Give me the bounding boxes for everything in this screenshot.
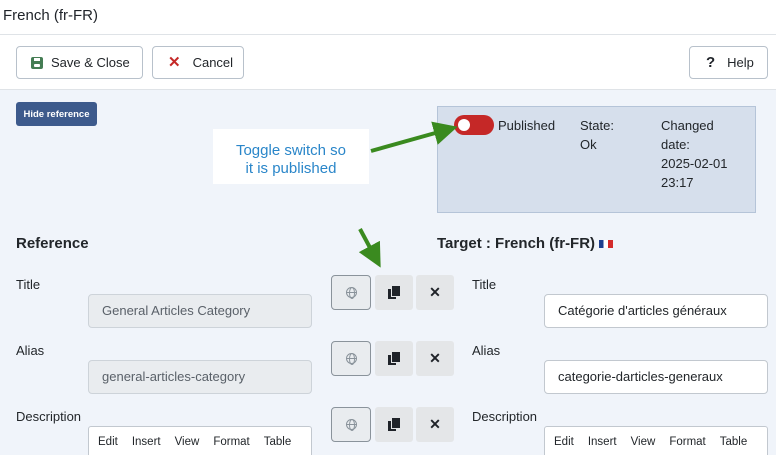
- translate-alias-button[interactable]: [331, 341, 371, 376]
- target-description-label: Description: [472, 409, 538, 424]
- menu-format[interactable]: Format: [669, 436, 705, 448]
- reference-alias-field: general-articles-category: [88, 360, 312, 394]
- menu-table[interactable]: Table: [264, 436, 292, 448]
- target-alias-label: Alias: [472, 343, 501, 358]
- annotation-callout: Toggle switch so it is published: [213, 129, 369, 184]
- state-value: Ok: [580, 137, 597, 152]
- editor-menubar: Edit Insert View Format Table: [89, 427, 311, 448]
- reference-title-field: General Articles Category: [88, 294, 312, 328]
- hide-reference-button[interactable]: Hide reference: [16, 102, 97, 126]
- target-alias-field[interactable]: categorie-darticles-generaux: [544, 360, 768, 394]
- globe-icon: [345, 419, 357, 431]
- target-title-label: Title: [472, 277, 497, 292]
- callout-line-1: Toggle switch so: [235, 142, 347, 159]
- reference-alias-label: Alias: [16, 343, 45, 358]
- target-title-field[interactable]: Catégorie d'articles généraux: [544, 294, 768, 328]
- arrow-to-toggle: [370, 121, 458, 153]
- target-heading-wrap: Target : French (fr-FR): [437, 235, 614, 252]
- state-label: State:: [580, 118, 614, 133]
- window-title: French (fr-FR): [3, 7, 98, 24]
- help-button[interactable]: ? Help: [689, 46, 768, 79]
- menu-view[interactable]: View: [631, 436, 656, 448]
- copy-title-button[interactable]: [375, 275, 413, 310]
- status-panel: Published State: Ok Changed date: 2025-0…: [437, 106, 756, 213]
- menu-table[interactable]: Table: [720, 436, 748, 448]
- clear-title-button[interactable]: ✕: [416, 275, 454, 310]
- callout-line-2: it is published: [245, 160, 337, 177]
- target-heading: Target : French (fr-FR): [437, 235, 596, 252]
- help-label: Help: [727, 55, 754, 70]
- toolbar: Save & Close ✕ Cancel ? Help: [0, 35, 776, 90]
- close-icon: ✕: [429, 284, 441, 300]
- copy-icon: [388, 351, 400, 366]
- clear-description-button[interactable]: ✕: [416, 407, 454, 442]
- globe-icon: [345, 287, 357, 299]
- save-icon: [31, 56, 43, 69]
- reference-description-editor: Edit Insert View Format Table: [88, 426, 312, 455]
- changed-label-2: date:: [661, 137, 690, 152]
- title-bar: French (fr-FR): [0, 0, 776, 35]
- target-description-editor[interactable]: Edit Insert View Format Table: [544, 426, 768, 455]
- published-toggle[interactable]: [454, 115, 494, 135]
- menu-edit[interactable]: Edit: [554, 436, 574, 448]
- reference-title-label: Title: [16, 277, 41, 292]
- arrow-to-copy-button: [358, 228, 381, 268]
- close-icon: ✕: [429, 416, 441, 432]
- globe-icon: [345, 353, 357, 365]
- translate-title-button[interactable]: [331, 275, 371, 310]
- changed-date: 2025-02-01: [661, 156, 728, 171]
- menu-edit[interactable]: Edit: [98, 436, 118, 448]
- cancel-label: Cancel: [192, 55, 234, 70]
- copy-alias-button[interactable]: [375, 341, 413, 376]
- question-icon: ?: [706, 54, 716, 71]
- editor-menubar: Edit Insert View Format Table: [545, 427, 767, 448]
- reference-description-label: Description: [16, 409, 82, 424]
- close-icon: ✕: [429, 350, 441, 366]
- menu-insert[interactable]: Insert: [588, 436, 617, 448]
- menu-insert[interactable]: Insert: [132, 436, 161, 448]
- changed-label-1: Changed: [661, 118, 714, 133]
- translate-description-button[interactable]: [331, 407, 371, 442]
- reference-heading: Reference: [16, 235, 89, 252]
- copy-icon: [388, 285, 400, 300]
- save-close-button[interactable]: Save & Close: [16, 46, 143, 79]
- clear-alias-button[interactable]: ✕: [416, 341, 454, 376]
- copy-icon: [388, 417, 400, 432]
- menu-view[interactable]: View: [175, 436, 200, 448]
- toggle-knob: [458, 119, 470, 131]
- save-close-label: Save & Close: [51, 55, 130, 70]
- french-flag-icon: [599, 240, 614, 249]
- copy-description-button[interactable]: [375, 407, 413, 442]
- changed-time: 23:17: [661, 175, 694, 190]
- menu-format[interactable]: Format: [213, 436, 249, 448]
- cancel-button[interactable]: ✕ Cancel: [152, 46, 244, 79]
- published-label: Published: [498, 118, 556, 133]
- close-icon: ✕: [168, 53, 181, 71]
